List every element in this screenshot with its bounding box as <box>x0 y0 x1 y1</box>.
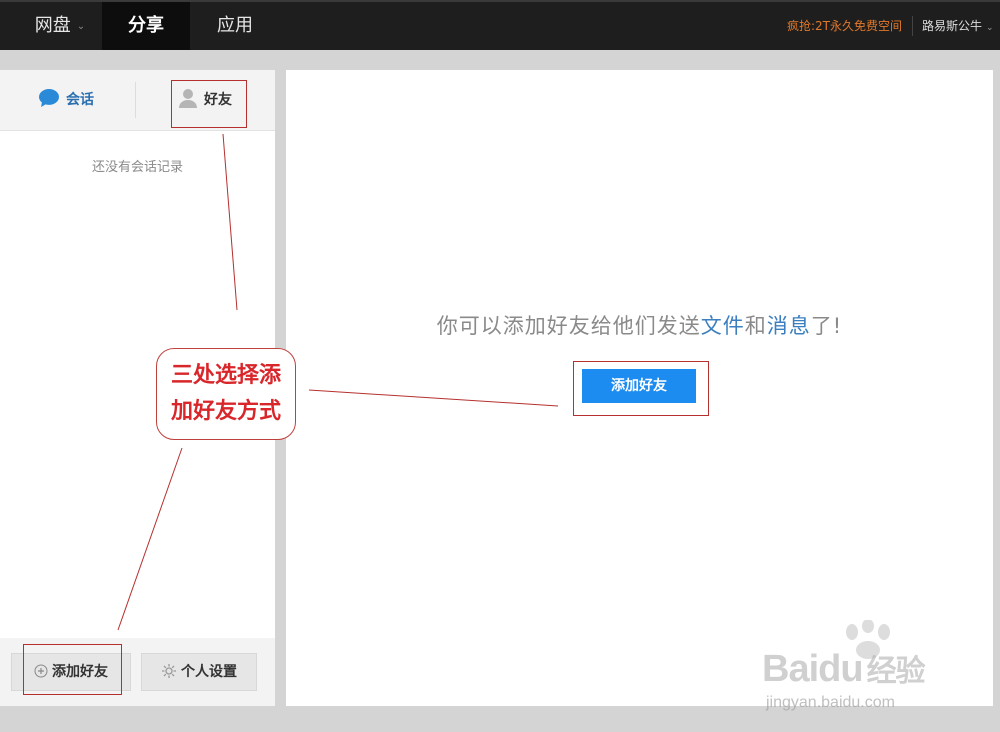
message-file-link[interactable]: 文件 <box>701 314 745 338</box>
nav-share-label: 分享 <box>128 15 164 36</box>
annotation-line-1: 三处选择添 <box>170 363 281 388</box>
user-menu[interactable]: 路易斯公牛 ⌄ <box>922 2 994 52</box>
nav-netdisk-label: 网盘 <box>34 15 71 36</box>
promo-link[interactable]: 疯抢:2T永久免费空间 <box>787 2 902 50</box>
nav-netdisk[interactable]: 网盘 ⌄ <box>18 2 102 50</box>
baidu-watermark: Baidu 经验 jingyan.baidu.com <box>762 620 992 730</box>
highlight-box-sidebar-button <box>23 644 122 695</box>
watermark-logo: Baidu 经验 <box>762 646 926 691</box>
gear-icon <box>162 664 176 678</box>
tab-chat-label: 会话 <box>66 92 94 108</box>
personal-settings-button-label: 个人设置 <box>181 664 237 680</box>
watermark-url: jingyan.baidu.com <box>766 694 895 711</box>
chevron-down-icon: ⌄ <box>76 21 86 32</box>
watermark-logo-text: Baidu <box>762 648 864 690</box>
annotation-callout: 三处选择添 加好友方式 <box>156 348 296 440</box>
chat-bubble-icon <box>39 89 59 107</box>
divider <box>135 82 136 118</box>
empty-chat-text: 还没有会话记录 <box>91 160 183 175</box>
nav-apps[interactable]: 应用 <box>190 2 280 50</box>
message-text: 了! <box>810 314 843 338</box>
nav-apps-label: 应用 <box>217 15 253 36</box>
annotation-line-2: 加好友方式 <box>170 399 281 424</box>
empty-friends-message: 你可以添加好友给他们发送文件和消息了! <box>286 310 993 340</box>
message-text: 和 <box>744 314 767 338</box>
message-news-link[interactable]: 消息 <box>767 314 811 338</box>
nav-share[interactable]: 分享 <box>102 2 190 50</box>
tab-chat[interactable]: 会话 <box>38 70 94 130</box>
username: 路易斯公牛 <box>922 19 983 33</box>
top-navbar: 网盘 ⌄ 分享 应用 疯抢:2T永久免费空间 路易斯公牛 ⌄ <box>0 0 1000 50</box>
message-text: 你可以添加好友给他们发送 <box>436 314 701 338</box>
personal-settings-button[interactable]: 个人设置 <box>141 653 257 691</box>
watermark-logo-cn: 经验 <box>866 655 926 688</box>
chevron-down-icon: ⌄ <box>986 23 994 33</box>
highlight-box-main-button <box>573 361 709 416</box>
highlight-box-friends-tab <box>171 80 247 128</box>
divider <box>912 16 913 36</box>
